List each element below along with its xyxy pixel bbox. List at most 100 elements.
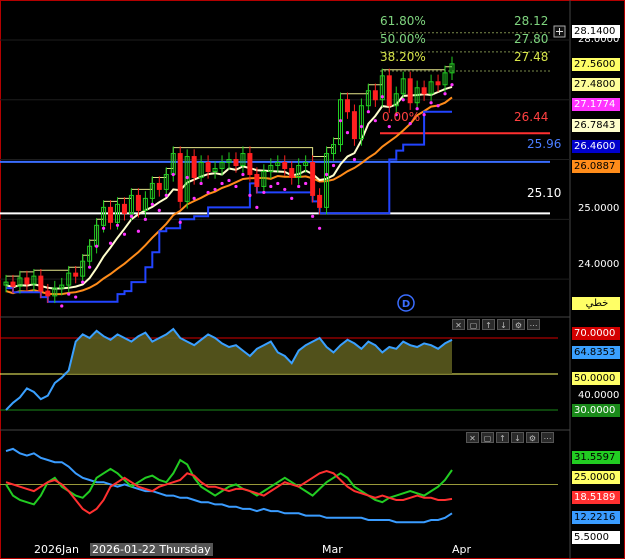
psar-dot xyxy=(387,125,391,129)
rsi-tick-40: 40.0000 xyxy=(578,390,620,401)
psar-dot xyxy=(450,83,454,87)
settings-icon[interactable]: ⚙ xyxy=(526,432,539,443)
move-up-icon[interactable]: ↑ xyxy=(496,432,509,443)
y-tick-25: 25.0000 xyxy=(578,203,620,214)
candle-body xyxy=(191,156,197,178)
rsi-pane xyxy=(0,327,558,411)
psar-dot xyxy=(199,181,203,186)
psar-dot xyxy=(352,157,357,162)
candle-body xyxy=(10,281,16,287)
maximize-pane-icon[interactable]: ▢ xyxy=(481,432,494,443)
psar-dot xyxy=(74,295,78,299)
psar-dot xyxy=(136,229,141,233)
maximize-pane-icon[interactable]: ▢ xyxy=(467,319,480,330)
candle-body xyxy=(317,194,323,208)
level-label-white: 25.10 xyxy=(527,186,562,200)
more-icon[interactable]: ⋯ xyxy=(541,432,554,443)
candle-body xyxy=(205,162,211,172)
psar-dot xyxy=(115,223,120,227)
candle-body xyxy=(156,182,162,190)
close-pane-icon[interactable]: ✕ xyxy=(452,319,465,330)
chart-canvas[interactable]: D xyxy=(0,0,625,559)
rsi-value-tag: 64.8353 xyxy=(572,346,620,359)
candle-body xyxy=(45,290,51,297)
candle-body xyxy=(421,87,427,95)
price-tag-ma-fast: 26.7843 xyxy=(572,119,620,132)
chart-type-label[interactable]: خطي xyxy=(572,297,620,310)
price-tag-open: 27.4800 xyxy=(572,78,620,91)
psar-dot xyxy=(401,98,405,102)
move-down-icon[interactable]: ↓ xyxy=(511,432,524,443)
psar-dot xyxy=(380,95,384,99)
move-down-icon[interactable]: ↓ xyxy=(497,319,510,330)
candle-body xyxy=(372,90,378,101)
fib-pct-500: 50.00% xyxy=(380,32,426,46)
x-label-jan: 2026Jan xyxy=(34,543,79,556)
psar-dot xyxy=(276,181,280,186)
rsi-level-50: 50.0000 xyxy=(572,372,620,385)
level-label-red: 26.44 xyxy=(514,110,549,124)
dmi-plus-tag: 31.5597 xyxy=(572,451,620,464)
fib-val-500: 27.80 xyxy=(514,32,549,46)
psar-dot xyxy=(262,190,266,195)
psar-dot xyxy=(311,214,315,218)
psar-dot xyxy=(213,187,217,192)
psar-dot xyxy=(317,226,322,230)
move-up-icon[interactable]: ↑ xyxy=(482,319,495,330)
psar-dot xyxy=(255,205,259,209)
psar-dot xyxy=(345,131,350,135)
psar-dot xyxy=(108,241,113,245)
psar-dot xyxy=(88,265,92,269)
psar-dot xyxy=(178,220,182,224)
candle-body xyxy=(177,153,183,202)
x-label-apr: Apr xyxy=(452,543,472,556)
psar-dot xyxy=(81,280,85,284)
psar-dot xyxy=(331,163,336,168)
price-pane xyxy=(0,32,570,308)
psar-dot xyxy=(443,92,447,96)
dmi-level-tag: 25.0000 xyxy=(572,471,620,484)
psar-dot xyxy=(338,119,343,123)
psar-dot xyxy=(227,178,231,183)
psar-dot xyxy=(206,190,210,195)
more-icon[interactable]: ⋯ xyxy=(527,319,540,330)
fib-pct-618: 61.80% xyxy=(380,14,426,28)
psar-dot xyxy=(67,292,71,296)
settings-icon[interactable]: ⚙ xyxy=(512,319,525,330)
fib-pct-000: 0.00% xyxy=(382,110,421,124)
x-label-crosshair-date: 2026-01-22 Thursday xyxy=(90,543,213,556)
rsi-pane-toolbar: ✕ ▢ ↑ ↓ ⚙ ⋯ xyxy=(452,319,540,330)
rsi-level-70: 70.0000 xyxy=(572,327,620,340)
psar-dot xyxy=(304,181,308,186)
close-pane-icon[interactable]: ✕ xyxy=(466,432,479,443)
channel-lower-line xyxy=(6,110,452,303)
psar-dot xyxy=(143,217,147,221)
candle-body xyxy=(135,194,141,211)
psar-dot xyxy=(234,184,238,189)
psar-dot xyxy=(290,196,294,200)
candle-body xyxy=(310,162,316,196)
candle-body xyxy=(247,153,253,175)
psar-dot xyxy=(171,172,175,177)
psar-dot xyxy=(366,110,370,114)
psar-dot xyxy=(429,101,433,105)
rsi-level-30: 30.0000 xyxy=(572,404,620,417)
price-tag-ma-slow: 26.0887 xyxy=(572,160,620,173)
candle-body xyxy=(73,272,79,277)
candle-body xyxy=(233,159,239,167)
psar-dot xyxy=(324,172,329,177)
dividend-marker-letter: D xyxy=(402,299,410,310)
psar-dot xyxy=(164,193,168,198)
dmi-min-tag: 5.5000 xyxy=(572,531,620,544)
price-tag-psar: 27.1774 xyxy=(572,98,620,111)
candle-body xyxy=(282,162,288,169)
level-label-blue: 25.96 xyxy=(527,137,562,151)
adx-tag: 12.2216 xyxy=(572,511,620,524)
psar-dot xyxy=(60,304,64,308)
candle-body xyxy=(38,275,44,292)
dmi-minus-tag: 18.5189 xyxy=(572,491,620,504)
candle-body xyxy=(407,78,413,104)
candle-body xyxy=(344,99,350,113)
psar-dot xyxy=(129,214,134,218)
psar-dot xyxy=(192,196,196,200)
